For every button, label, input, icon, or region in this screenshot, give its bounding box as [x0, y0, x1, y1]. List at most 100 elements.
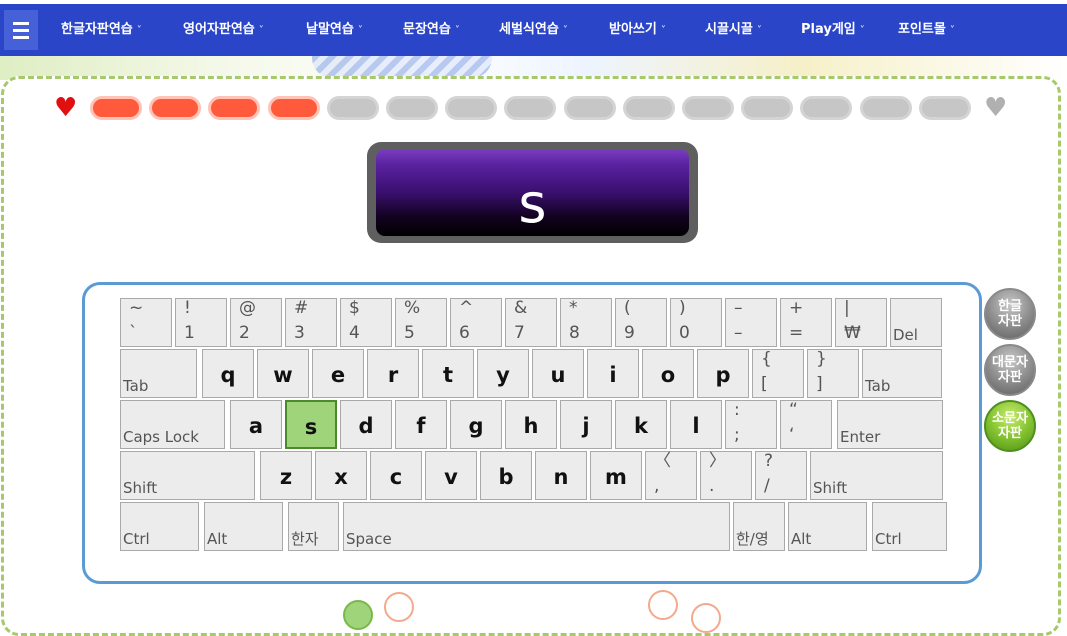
key-v[interactable]: v — [425, 451, 477, 500]
key-del[interactable]: Del — [890, 298, 942, 347]
key-backtick[interactable]: ~ ` — [120, 298, 172, 347]
nav-noisy[interactable]: 시끌시끌 ˅ — [705, 4, 762, 56]
key-d[interactable]: d — [340, 400, 392, 449]
mode-lowercase-keyboard[interactable]: 소문자 자판 — [984, 400, 1036, 452]
key-slash[interactable]: ? / — [755, 451, 807, 500]
key-tab-right[interactable]: Tab — [862, 349, 942, 398]
banner-illustration — [312, 56, 492, 78]
key-caps-lock[interactable]: Caps Lock — [120, 400, 225, 449]
target-char: s — [376, 149, 689, 236]
key-u[interactable]: u — [532, 349, 584, 398]
key-shift-left[interactable]: Shift — [120, 451, 255, 500]
progress-pill-pending — [327, 96, 379, 120]
key-t[interactable]: t — [422, 349, 474, 398]
key-ctrl-right[interactable]: Ctrl — [872, 502, 947, 551]
key-9[interactable]: (9 — [615, 298, 667, 347]
mode-korean-keyboard[interactable]: 한글 자판 — [984, 288, 1036, 340]
chevron-down-icon: ˅ — [258, 25, 264, 36]
key-4[interactable]: $4 — [340, 298, 392, 347]
mode-uppercase-keyboard[interactable]: 대문자 자판 — [984, 344, 1036, 396]
key-enter[interactable]: Enter — [837, 400, 943, 449]
key-m[interactable]: m — [590, 451, 642, 500]
key-tab-left[interactable]: Tab — [120, 349, 197, 398]
key-z[interactable]: z — [260, 451, 312, 500]
key-period[interactable]: 〉. — [700, 451, 752, 500]
key-c[interactable]: c — [370, 451, 422, 500]
key-alt-right[interactable]: Alt — [788, 502, 867, 551]
key-7[interactable]: & 7 — [505, 298, 557, 347]
key-minus[interactable]: – – — [725, 298, 777, 347]
heart-icon-start: ♥ — [54, 93, 78, 123]
nav-point-mall[interactable]: 포인트몰 ˅ — [898, 4, 955, 56]
key-8[interactable]: * 8 — [560, 298, 612, 347]
key-quote[interactable]: “‘ — [780, 400, 832, 449]
nav-dictation[interactable]: 받아쓰기 ˅ — [609, 4, 666, 56]
key-5[interactable]: % 5 — [395, 298, 447, 347]
progress-pill-pending — [386, 96, 438, 120]
key-f[interactable]: f — [395, 400, 447, 449]
key-space[interactable]: Space — [343, 502, 730, 551]
nav-label: 세벌식연습 — [499, 22, 559, 37]
nav-play-game[interactable]: Play게임 ˅ — [801, 4, 865, 56]
key-hanja[interactable]: 한자 — [288, 502, 339, 551]
key-x[interactable]: x — [315, 451, 367, 500]
key-comma[interactable]: 〈, — [645, 451, 697, 500]
key-2[interactable]: @2 — [230, 298, 282, 347]
nav-label: 받아쓰기 — [609, 22, 657, 37]
key-a[interactable]: a — [230, 400, 282, 449]
key-left-brace[interactable]: {[ — [752, 349, 804, 398]
key-h[interactable]: h — [505, 400, 557, 449]
key-i[interactable]: i — [587, 349, 639, 398]
chevron-down-icon: ˅ — [562, 25, 568, 36]
nav-word-practice[interactable]: 낱말연습 ˅ — [306, 4, 363, 56]
nav-korean-keyboard[interactable]: 한글자판연습 ˅ — [61, 4, 142, 56]
top-nav: 한글자판연습 ˅ 영어자판연습 ˅ 낱말연습 ˅ 문장연습 ˅ 세벌식연습 ˅ 받아쓰기 ˅… — [0, 4, 1067, 56]
progress-pill-pending — [682, 96, 734, 120]
key-p[interactable]: p — [697, 349, 749, 398]
nav-label: 문장연습 — [403, 22, 451, 37]
key-hanyoung[interactable]: 한/영 — [733, 502, 785, 551]
chevron-down-icon: ˅ — [949, 25, 955, 36]
chevron-down-icon: ˅ — [454, 25, 460, 36]
target-key-display: s — [367, 142, 698, 243]
key-ctrl-left[interactable]: Ctrl — [120, 502, 199, 551]
progress-pill-complete — [208, 96, 260, 120]
key-q[interactable]: q — [202, 349, 254, 398]
key-equals[interactable]: + = — [780, 298, 832, 347]
nav-label: 영어자판연습 — [183, 22, 255, 37]
chevron-down-icon: ˅ — [357, 25, 363, 36]
progress-pill-pending — [504, 96, 556, 120]
key-right-brace[interactable]: }] — [807, 349, 859, 398]
progress-pill-pending — [860, 96, 912, 120]
finger-hint — [691, 603, 721, 633]
key-w[interactable]: w — [257, 349, 309, 398]
key-1[interactable]: ! 1 — [175, 298, 227, 347]
key-y[interactable]: y — [477, 349, 529, 398]
progress-pill-pending — [564, 96, 616, 120]
hamburger-menu-icon[interactable] — [4, 10, 38, 50]
nav-english-keyboard[interactable]: 영어자판연습 ˅ — [183, 4, 264, 56]
key-l[interactable]: l — [670, 400, 722, 449]
key-g[interactable]: g — [450, 400, 502, 449]
key-6[interactable]: ^ 6 — [450, 298, 502, 347]
key-o[interactable]: o — [642, 349, 694, 398]
key-3[interactable]: #3 — [285, 298, 337, 347]
key-semicolon[interactable]: :; — [725, 400, 777, 449]
progress-pill-complete — [90, 96, 142, 120]
key-b[interactable]: b — [480, 451, 532, 500]
nav-sebeolsik-practice[interactable]: 세벌식연습 ˅ — [499, 4, 568, 56]
nav-label: Play게임 — [801, 22, 856, 37]
key-won[interactable]: | ₩ — [835, 298, 887, 347]
key-alt-left[interactable]: Alt — [204, 502, 283, 551]
key-n[interactable]: n — [535, 451, 587, 500]
key-e[interactable]: e — [312, 349, 364, 398]
key-j[interactable]: j — [560, 400, 612, 449]
key-k[interactable]: k — [615, 400, 667, 449]
nav-label: 낱말연습 — [306, 22, 354, 37]
key-shift-right[interactable]: Shift — [810, 451, 943, 500]
key-s[interactable]: s — [285, 400, 337, 449]
key-0[interactable]: ) 0 — [670, 298, 722, 347]
nav-sentence-practice[interactable]: 문장연습 ˅ — [403, 4, 460, 56]
virtual-keyboard: ~ ` ! 1 @2 #3 $4 % 5 ^ 6 & 7 * 8 (9 ) 0 – – + = |… — [82, 282, 982, 584]
key-r[interactable]: r — [367, 349, 419, 398]
